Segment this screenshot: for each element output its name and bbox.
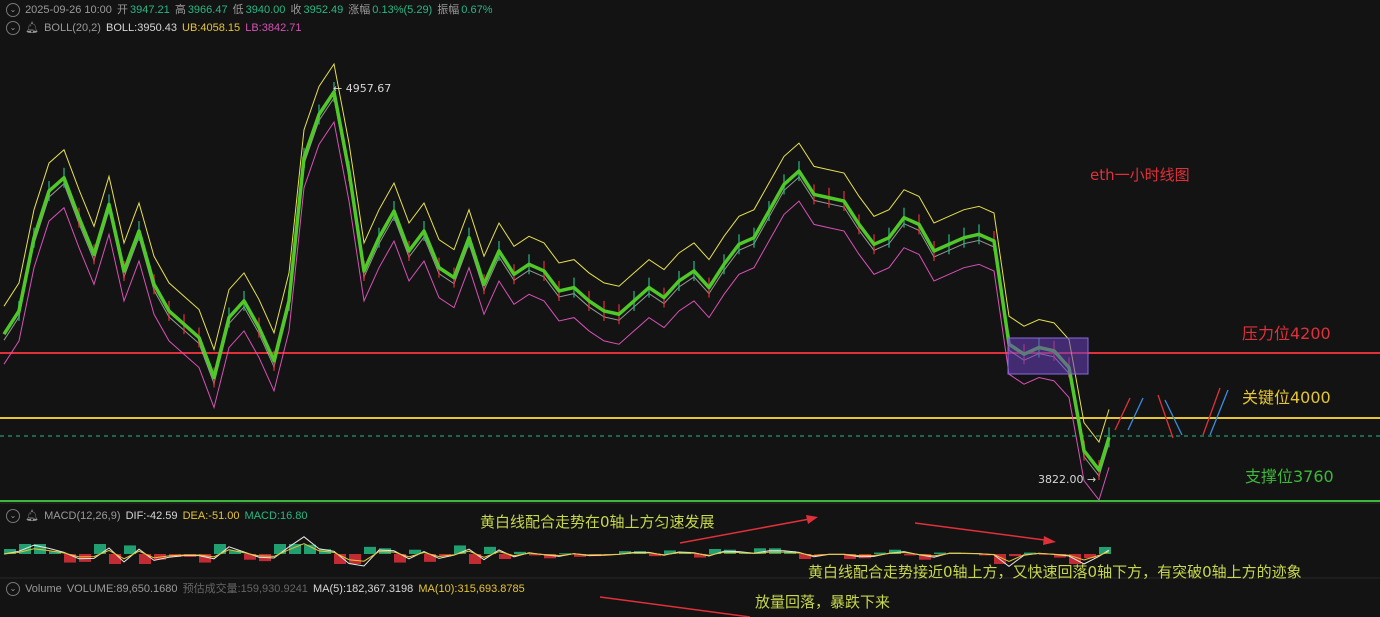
annotation-arrow bbox=[914, 522, 1053, 542]
ohlc-row: ⌄ 2025-09-26 10:00 开 3947.21 高 3966.47 低 39… bbox=[6, 3, 495, 18]
boll-name: BOLL(20,2) bbox=[44, 22, 101, 34]
macd-histogram-bar bbox=[274, 544, 286, 554]
projection-line bbox=[1202, 387, 1221, 436]
projection-line bbox=[1127, 397, 1144, 431]
volume-row: ⌄ Volume VOLUME:89,650.1680 预估成交量:159,93… bbox=[6, 582, 527, 597]
macd-row: ⌄ 🔔︎ MACD(12,26,9) DIF:-42.59 DEA:-51.00… bbox=[6, 509, 310, 524]
annotation-arrow bbox=[599, 596, 751, 617]
annotation-arrowhead bbox=[806, 515, 818, 524]
macd-dif: DIF:-42.59 bbox=[125, 510, 178, 522]
volume-value: VOLUME:89,650.1680 bbox=[66, 583, 178, 595]
support-label: 支撑位3760 bbox=[1245, 467, 1334, 486]
boll-value: BOLL:3950.43 bbox=[106, 22, 177, 34]
projection-line bbox=[1209, 389, 1229, 436]
volume-ma10: MA(10):315,693.8785 bbox=[418, 583, 525, 595]
volume-estimate: 预估成交量:159,930.9241 bbox=[182, 583, 308, 595]
key-level-label: 关键位4000 bbox=[1242, 388, 1331, 407]
chevron-down-icon[interactable]: ⌄ bbox=[6, 509, 20, 524]
boll-lb: LB:3842.71 bbox=[245, 22, 302, 34]
low-price-marker: 3822.00 → bbox=[1038, 473, 1097, 486]
macd-name: MACD(12,26,9) bbox=[44, 510, 121, 522]
open-value: 3947.21 bbox=[129, 4, 170, 16]
open-label: 开 bbox=[116, 4, 128, 16]
high-value: 3966.47 bbox=[187, 4, 228, 16]
macd-value: MACD:16.80 bbox=[244, 510, 308, 522]
macd-histogram-bar bbox=[364, 546, 376, 554]
amplitude-label: 振幅 bbox=[437, 4, 460, 16]
volume-note: 放量回落，暴跌下来 bbox=[755, 593, 891, 611]
chart-title: eth一小时线图 bbox=[1090, 166, 1190, 184]
bell-icon[interactable]: 🔔︎ bbox=[25, 22, 39, 34]
change-value: 0.13%(5.29) bbox=[372, 4, 433, 16]
macd-note-2: 黄白线配合走势接近0轴上方，又快速回落0轴下方，有突破0轴上方的迹象 bbox=[808, 563, 1302, 581]
price-line bbox=[2, 90, 1111, 472]
close-label: 收 bbox=[290, 4, 302, 16]
macd-note-1: 黄白线配合走势在0轴上方匀速发展 bbox=[480, 513, 715, 531]
high-price-marker: ← 4957.67 bbox=[333, 82, 392, 95]
chevron-down-icon[interactable]: ⌄ bbox=[6, 582, 20, 597]
chevron-down-icon[interactable]: ⌄ bbox=[6, 21, 20, 36]
boll-ub: UB:4058.15 bbox=[182, 22, 241, 34]
projection-line bbox=[1114, 397, 1131, 431]
close-value: 3952.49 bbox=[303, 4, 344, 16]
volume-name: Volume bbox=[25, 583, 62, 595]
high-label: 高 bbox=[174, 4, 186, 16]
amplitude-value: 0.67% bbox=[461, 4, 493, 16]
low-label: 低 bbox=[232, 4, 244, 16]
chevron-down-icon[interactable]: ⌄ bbox=[6, 3, 20, 18]
low-value: 3940.00 bbox=[245, 4, 286, 16]
resistance-label: 压力位4200 bbox=[1242, 324, 1331, 343]
macd-histogram-bar bbox=[1009, 554, 1021, 557]
macd-histogram-bar bbox=[109, 554, 121, 564]
macd-histogram-bar bbox=[379, 548, 391, 554]
boll-row: ⌄ 🔔︎ BOLL(20,2) BOLL:3950.43 UB:4058.15 … bbox=[6, 21, 304, 36]
macd-dea: DEA:-51.00 bbox=[182, 510, 240, 522]
bell-icon[interactable]: 🔔︎ bbox=[25, 510, 39, 522]
annotation-arrowhead bbox=[1043, 536, 1056, 545]
macd-histogram-bar bbox=[349, 554, 361, 564]
consolidation-box bbox=[1007, 337, 1089, 375]
change-label: 涨幅 bbox=[348, 4, 371, 16]
macd-histogram-bar bbox=[79, 554, 91, 562]
macd-dea-line bbox=[3, 543, 1110, 562]
volume-ma5: MA(5):182,367.3198 bbox=[313, 583, 414, 595]
macd-histogram-bar bbox=[1084, 554, 1096, 559]
datetime: 2025-09-26 10:00 bbox=[25, 4, 112, 16]
